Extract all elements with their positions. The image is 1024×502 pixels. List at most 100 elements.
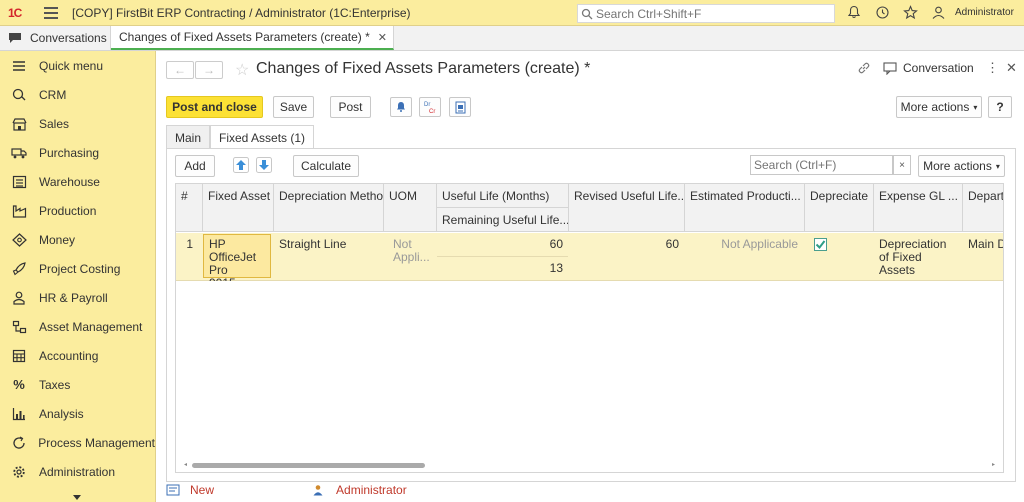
- column-header-depreciate[interactable]: Depreciate: [805, 184, 874, 232]
- more-actions-button[interactable]: More actions ▾: [896, 96, 982, 118]
- favorite-star-icon[interactable]: ☆: [235, 60, 249, 80]
- close-tab-icon[interactable]: ✕: [378, 31, 387, 44]
- sidebar-item-purchasing[interactable]: Purchasing: [0, 138, 155, 167]
- column-header-depreciation-method[interactable]: Depreciation Method: [274, 184, 384, 232]
- document-form: ← → ☆ Changes of Fixed Assets Parameters…: [157, 51, 1024, 502]
- page-title: Changes of Fixed Assets Parameters (crea…: [256, 60, 591, 77]
- sidebar-item-accounting[interactable]: Accounting: [0, 341, 155, 370]
- column-header-revised-useful-life[interactable]: Revised Useful Life...: [569, 184, 685, 232]
- notification-button[interactable]: [390, 97, 412, 117]
- footer-new-link[interactable]: New: [190, 483, 214, 497]
- sidebar-item-label: Process Management: [38, 435, 155, 450]
- history-icon[interactable]: [873, 3, 891, 21]
- cell-depreciate[interactable]: [809, 233, 869, 281]
- sidebar-item-hr-payroll[interactable]: HR & Payroll: [0, 283, 155, 312]
- sidebar-item-taxes[interactable]: % Taxes: [0, 370, 155, 399]
- table-more-actions-button[interactable]: More actions ▾: [918, 155, 1005, 177]
- sidebar-item-label: Quick menu: [39, 58, 104, 73]
- sidebar-item-analysis[interactable]: Analysis: [0, 399, 155, 428]
- sidebar-item-project-costing[interactable]: Project Costing: [0, 254, 155, 283]
- cell-depreciation-method[interactable]: Straight Line: [274, 233, 384, 281]
- column-header-remaining-useful-life[interactable]: Remaining Useful Life...: [437, 208, 568, 232]
- cell-useful-life[interactable]: 60: [437, 233, 568, 257]
- more-options-icon[interactable]: ⋮: [986, 60, 999, 76]
- column-header-department[interactable]: Depart: [963, 184, 1003, 232]
- link-icon[interactable]: [857, 61, 871, 78]
- cell-fixed-asset[interactable]: HP OfficeJet Pro 9015...: [204, 233, 272, 282]
- sidebar-item-label: Money: [39, 232, 76, 247]
- tab-fixed-assets[interactable]: Fixed Assets (1): [210, 125, 315, 149]
- column-header-estimated-production[interactable]: Estimated Producti...: [685, 184, 805, 232]
- sidebar-item-label: CRM: [39, 87, 67, 102]
- scroll-right-icon[interactable]: ▸: [992, 461, 995, 468]
- sidebar-item-crm[interactable]: CRM: [0, 80, 155, 109]
- bell-icon: [397, 102, 405, 112]
- sidebar-scroll-down-icon[interactable]: [73, 495, 81, 500]
- depreciate-checkbox[interactable]: [814, 238, 827, 251]
- cell-estimated-production[interactable]: Not Applicable: [685, 233, 803, 281]
- cell-revised-useful-life[interactable]: 60: [569, 233, 684, 281]
- conversation-button[interactable]: Conversation: [883, 61, 974, 75]
- rocket-icon: [11, 261, 27, 277]
- sidebar-item-label: HR & Payroll: [39, 290, 108, 305]
- top-bar: 1C [COPY] FirstBit ERP Contracting / Adm…: [0, 0, 1024, 26]
- close-icon[interactable]: ✕: [1006, 60, 1017, 76]
- global-search-input[interactable]: [596, 6, 826, 21]
- global-search[interactable]: [577, 4, 835, 23]
- cell-department[interactable]: Main D: [963, 233, 1003, 281]
- add-button[interactable]: Add: [175, 155, 215, 177]
- footer-author-link[interactable]: Administrator: [336, 483, 407, 497]
- column-header-useful-life[interactable]: Useful Life (Months): [437, 184, 568, 208]
- scrollbar-thumb[interactable]: [192, 463, 425, 468]
- sidebar-item-administration[interactable]: Administration: [0, 457, 155, 486]
- calculate-button[interactable]: Calculate: [293, 155, 359, 177]
- table-search-input[interactable]: [754, 158, 888, 172]
- help-button[interactable]: ?: [988, 96, 1012, 118]
- tab-conversations[interactable]: Conversations: [0, 26, 111, 50]
- horizontal-scrollbar[interactable]: ◂ ▸: [184, 461, 995, 469]
- favorites-star-icon[interactable]: [901, 3, 919, 21]
- cell-uom[interactable]: Not Appli...: [388, 233, 436, 281]
- table-search[interactable]: [750, 155, 893, 175]
- sidebar-item-process-management[interactable]: Process Management: [0, 428, 155, 457]
- fixed-assets-table[interactable]: # Fixed Asset Depreciation Method UOM Us…: [175, 183, 1004, 473]
- tab-main[interactable]: Main: [166, 125, 211, 149]
- column-header-uom[interactable]: UOM: [384, 184, 437, 232]
- author-icon: [313, 485, 323, 496]
- post-button[interactable]: Post: [330, 96, 371, 118]
- column-header-expense-gl[interactable]: Expense GL ...: [874, 184, 963, 232]
- sidebar-item-label: Analysis: [39, 406, 84, 421]
- conversations-icon: [9, 33, 21, 43]
- table-row[interactable]: 1 HP OfficeJet Pro 9015... Straight Line…: [176, 233, 1003, 282]
- cell-remaining-useful-life[interactable]: 13: [437, 257, 568, 281]
- debit-credit-button[interactable]: Dr Cr: [419, 97, 441, 117]
- forward-button[interactable]: →: [195, 61, 223, 79]
- bell-icon[interactable]: [845, 3, 863, 21]
- user-icon[interactable]: [929, 3, 947, 21]
- clear-search-button[interactable]: ×: [893, 155, 911, 175]
- new-doc-icon: [166, 484, 180, 496]
- sidebar-item-money[interactable]: Money: [0, 225, 155, 254]
- sidebar-item-label: Production: [39, 203, 97, 218]
- sidebar-item-warehouse[interactable]: Warehouse: [0, 167, 155, 196]
- sidebar-item-asset-management[interactable]: Asset Management: [0, 312, 155, 341]
- app-logo[interactable]: 1C: [8, 6, 30, 20]
- sidebar-item-quick-menu[interactable]: Quick menu: [0, 51, 155, 80]
- print-button[interactable]: [449, 97, 471, 117]
- move-down-button[interactable]: [253, 155, 275, 175]
- move-up-button[interactable]: [230, 155, 252, 175]
- gear-icon: [11, 464, 27, 480]
- back-button[interactable]: ←: [166, 61, 194, 79]
- column-header-number[interactable]: #: [176, 184, 203, 232]
- column-header-fixed-asset[interactable]: Fixed Asset: [203, 184, 274, 232]
- sidebar-item-production[interactable]: Production: [0, 196, 155, 225]
- sidebar-item-sales[interactable]: Sales: [0, 109, 155, 138]
- post-and-close-button[interactable]: Post and close: [166, 96, 263, 118]
- current-user[interactable]: Administrator: [955, 7, 1014, 18]
- main-menu-icon[interactable]: [44, 6, 58, 19]
- factory-icon: [11, 203, 27, 219]
- scroll-left-icon[interactable]: ◂: [184, 461, 187, 468]
- tab-document[interactable]: Changes of Fixed Assets Parameters (crea…: [111, 26, 394, 50]
- save-button[interactable]: Save: [273, 96, 314, 118]
- cell-expense-gl[interactable]: Depreciation of Fixed Assets: [874, 233, 963, 281]
